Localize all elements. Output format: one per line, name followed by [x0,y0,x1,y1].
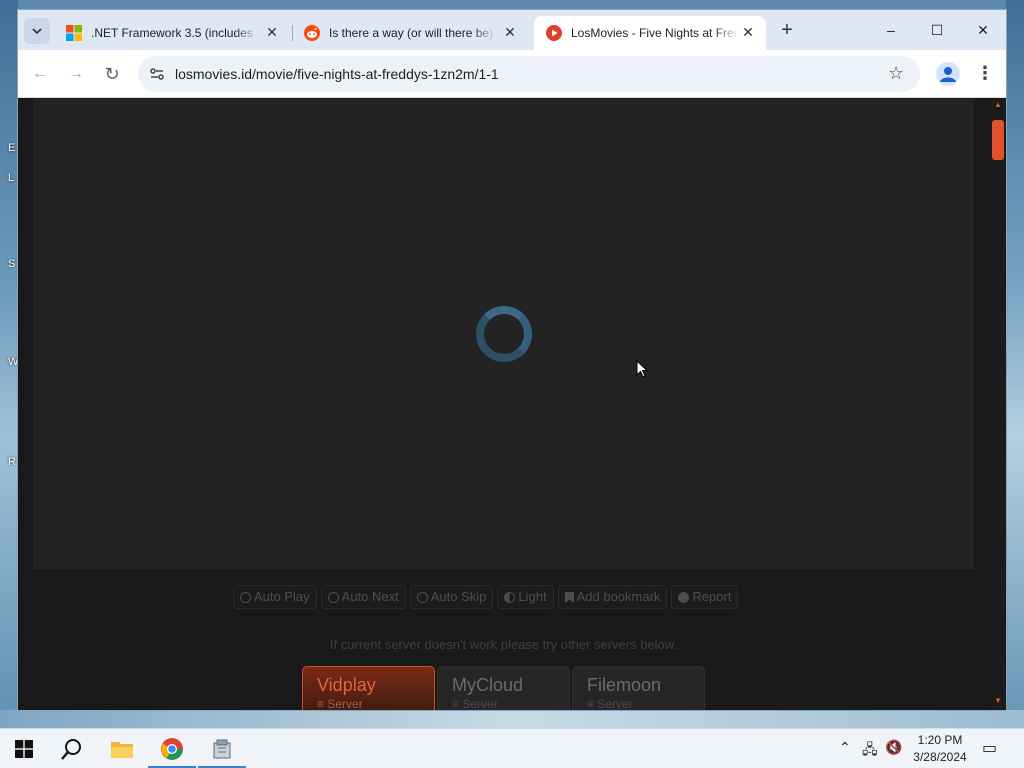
circle-icon [240,591,251,603]
close-tab-icon[interactable]: ✕ [502,24,518,41]
url-text[interactable]: losmovies.id/movie/five-nights-at-freddy… [175,66,499,82]
light-toggle[interactable]: Light [497,585,554,609]
report-button[interactable]: Report [671,585,739,609]
database-icon: ≡ [317,697,325,710]
server-label: ≡ Server [317,697,363,710]
notifications-icon[interactable]: ▭ [982,738,997,758]
mouse-cursor-icon [636,360,648,378]
desktop-background-right [1006,0,1024,728]
network-icon[interactable]: 🖧 [862,739,878,763]
server-name: MyCloud [452,675,524,695]
half-circle-icon [504,591,516,603]
page-content: Auto Play Auto Next Auto Skip Light Add … [18,98,1006,710]
scroll-down-arrow-icon[interactable]: ▼ [993,696,1003,706]
forward-button[interactable]: → [64,62,88,86]
close-tab-icon[interactable]: ✕ [740,24,756,41]
scrollbar-thumb[interactable] [992,120,1004,160]
file-explorer-button[interactable] [98,729,146,768]
tab-title: LosMovies - Five Nights at Freddy's [571,26,739,40]
control-label: Report [692,589,732,604]
desktop-background-top [0,0,1024,10]
control-label: Auto Skip [430,589,487,604]
server-note: If current server doesn't work please tr… [329,637,678,652]
server-name: Filemoon [587,675,662,695]
reload-button[interactable]: ↻ [100,62,124,86]
bookmark-icon [564,591,574,603]
browser-menu-button[interactable]: ⋮ [976,62,994,86]
folder-icon [111,742,133,758]
start-button[interactable] [0,729,48,768]
clock-time: 1:20 PM [917,733,963,747]
tab-reddit[interactable]: Is there a way (or will there be) to ✕ [292,16,528,50]
browser-window: .NET Framework 3.5 (includes .NET 2.0 an… [18,10,1006,710]
control-label: Light [518,589,547,604]
server-name: Vidplay [317,675,376,695]
desktop-icon-label[interactable]: W [8,356,18,368]
tab-title: Is there a way (or will there be) to [329,26,497,40]
minimize-button[interactable]: – [876,18,906,42]
tab-dotnet[interactable]: .NET Framework 3.5 (includes .NET 2.0 an… [54,16,290,50]
server-mycloud-button[interactable]: MyCloud ≡ Server [437,666,570,710]
desktop-icon-label[interactable]: S [8,258,15,270]
server-label: ≡ Server [452,697,498,710]
reddit-icon [304,25,320,41]
tab-title: .NET Framework 3.5 (includes .NET 2.0 an… [91,26,259,40]
auto-play-toggle[interactable]: Auto Play [233,585,317,609]
system-clock[interactable]: 1:20 PM 3/28/2024 [908,732,972,766]
tab-strip: .NET Framework 3.5 (includes .NET 2.0 an… [18,10,1006,50]
loading-spinner-icon [476,306,532,362]
chrome-icon [161,738,183,760]
app-taskbar-button[interactable] [198,729,246,768]
circle-icon [416,591,428,603]
back-button[interactable]: ← [28,62,52,86]
taskbar: ⌃ 🖧 🔇 1:20 PM 3/28/2024 ▭ [0,728,1024,768]
auto-next-toggle[interactable]: Auto Next [320,585,406,609]
alert-icon [678,591,690,603]
volume-muted-icon[interactable]: 🔇 [885,739,902,756]
profile-avatar[interactable] [936,62,960,86]
show-hidden-icons-button[interactable]: ⌃ [839,739,851,756]
add-bookmark-button[interactable]: Add bookmark [557,585,668,609]
scroll-up-arrow-icon[interactable]: ▲ [993,100,1003,110]
tab-losmovies[interactable]: LosMovies - Five Nights at Freddy's ✕ [534,16,766,50]
address-bar[interactable]: losmovies.id/movie/five-nights-at-freddy… [138,56,920,92]
chrome-taskbar-button[interactable] [148,729,196,768]
page-scrollbar[interactable]: ▲ ▼ [990,98,1006,710]
video-player[interactable] [33,98,974,569]
desktop-background-bottom [0,710,1024,728]
player-controls: Auto Play Auto Next Auto Skip Light Add … [233,585,739,609]
site-settings-icon[interactable] [148,65,166,83]
circle-icon [327,591,339,603]
tab-search-button[interactable] [24,18,50,44]
new-tab-button[interactable]: + [776,19,798,41]
server-filemoon-button[interactable]: Filemoon ≡ Server [572,666,705,710]
server-vidplay-button[interactable]: Vidplay ≡ Server [302,666,435,710]
desktop-icon-label[interactable]: L [8,172,14,184]
losmovies-icon [546,25,562,41]
desktop-icon-label[interactable]: E [8,142,15,154]
close-tab-icon[interactable]: ✕ [264,24,280,41]
bookmark-star-icon[interactable]: ☆ [888,63,904,84]
control-label: Auto Next [341,589,399,604]
search-icon [61,739,81,760]
desktop-icon-label[interactable]: R [8,456,16,468]
clock-date: 3/28/2024 [913,750,967,764]
close-window-button[interactable]: ✕ [968,18,998,42]
maximize-button[interactable]: ☐ [922,18,952,42]
browser-toolbar: ← → ↻ losmovies.id/movie/five-nights-at-… [18,50,1006,98]
control-label: Auto Play [254,589,310,604]
package-icon [213,739,231,759]
server-label: ≡ Server [587,697,633,710]
windows-logo-icon [15,740,33,758]
auto-skip-toggle[interactable]: Auto Skip [409,585,494,609]
microsoft-logo-icon [66,25,82,41]
search-button[interactable] [48,729,96,768]
control-label: Add bookmark [576,589,661,604]
chevron-down-icon [32,28,42,35]
person-icon [940,67,956,82]
database-icon: ≡ [452,697,460,710]
database-icon: ≡ [587,697,595,710]
